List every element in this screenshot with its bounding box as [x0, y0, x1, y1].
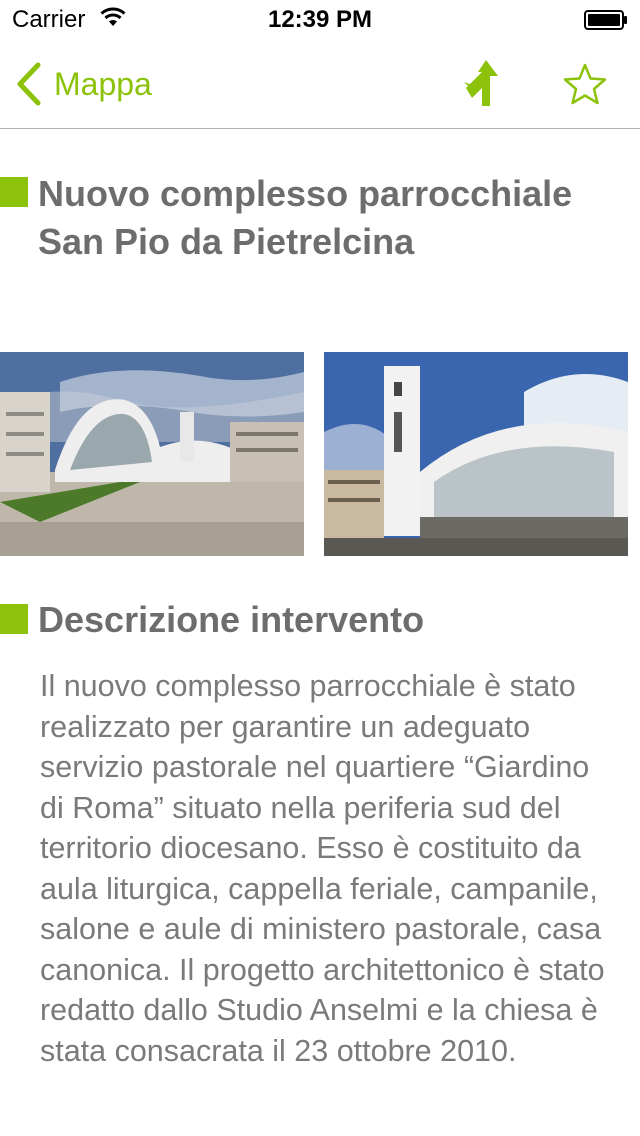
- section-title: Descrizione intervento: [38, 599, 425, 640]
- description-text: Il nuovo complesso parrocchiale è stato …: [40, 669, 605, 1068]
- page-title: Nuovo complesso parrocchiale San Pio da …: [38, 173, 573, 262]
- directions-icon[interactable]: [458, 58, 506, 110]
- battery-icon: [584, 10, 627, 30]
- title-section-marker: [0, 177, 28, 207]
- status-time: 12:39 PM: [267, 6, 373, 33]
- star-outline-icon[interactable]: [562, 62, 608, 106]
- navigation-bar: Mappa: [0, 40, 640, 129]
- back-button[interactable]: Mappa: [14, 60, 152, 108]
- description-section-marker: [0, 604, 28, 634]
- photo-2[interactable]: [324, 352, 628, 556]
- photo-1[interactable]: [0, 352, 304, 556]
- status-bar: Carrier 12:39 PM: [0, 0, 640, 40]
- church-photo-1: [0, 352, 304, 556]
- back-button-label: Mappa: [54, 65, 152, 102]
- chevron-left-icon: [17, 62, 41, 106]
- church-photo-2: [324, 352, 628, 556]
